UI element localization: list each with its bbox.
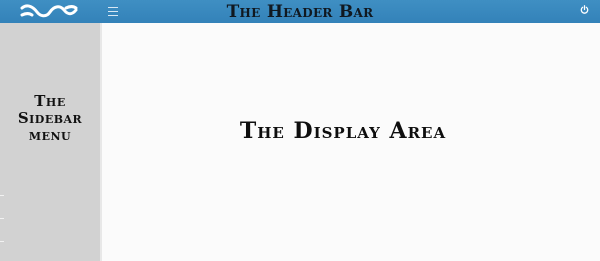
sidebar-divider-mark: [0, 218, 4, 219]
sidebar-label-line: Sidebar: [17, 109, 83, 127]
display-area-title: The Display Area: [239, 118, 447, 144]
sidebar-label: The Sidebar menu: [0, 93, 100, 144]
power-icon[interactable]: [580, 5, 589, 14]
sidebar-label-line: The: [34, 92, 66, 110]
sidebar-divider-mark: [0, 241, 4, 242]
header-title: The Header Bar: [226, 2, 374, 22]
sidebar: The Sidebar menu: [0, 23, 100, 261]
sidebar-label-line: menu: [28, 126, 72, 144]
display-area: The Display Area: [102, 23, 600, 261]
header-bar: The Header Bar: [0, 0, 600, 23]
sidebar-divider-mark: [0, 195, 4, 196]
